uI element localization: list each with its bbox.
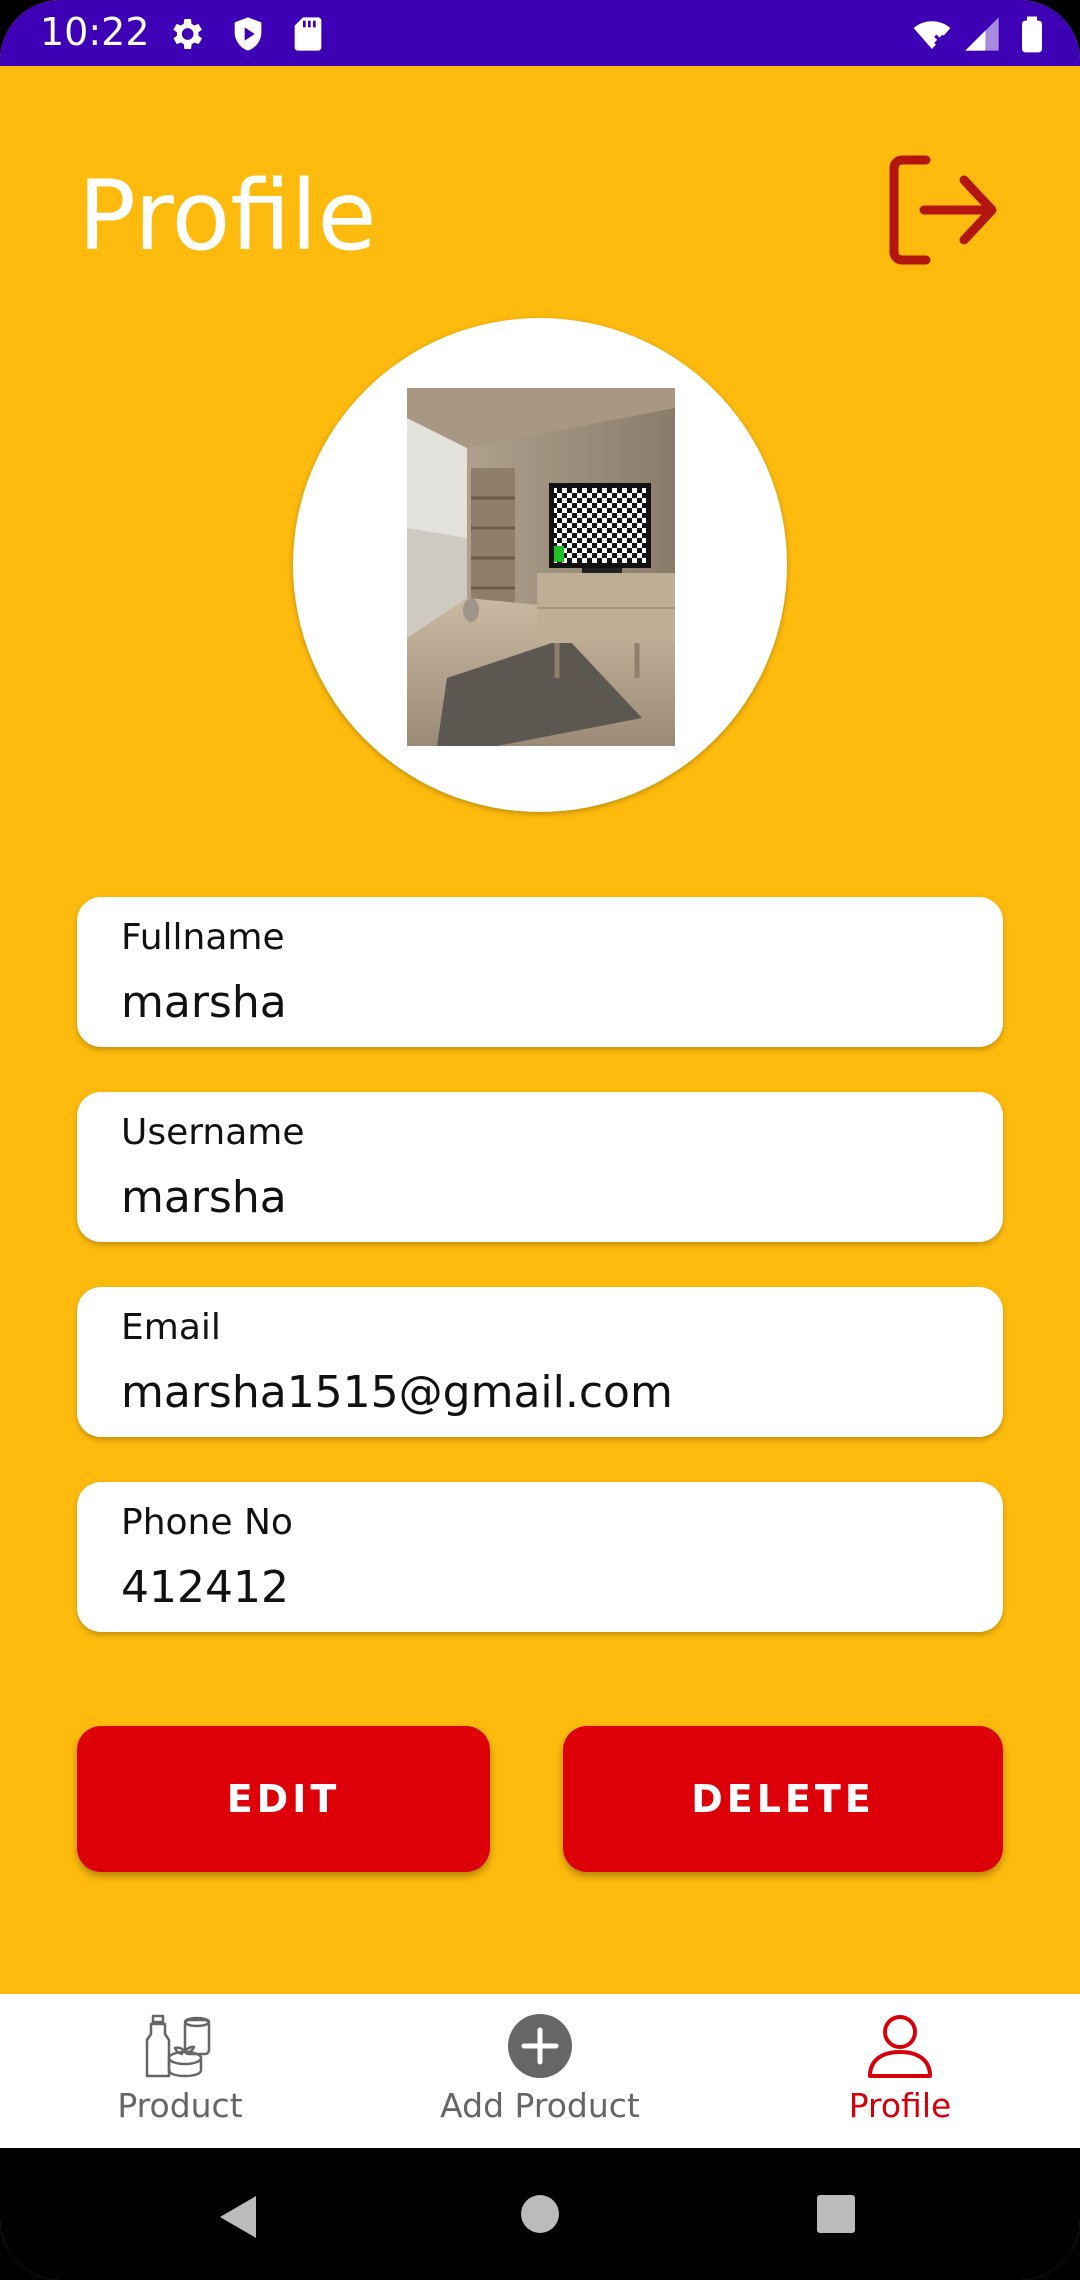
phone-value: 412412 [121, 1562, 289, 1613]
username-label: Username [121, 1112, 305, 1153]
bottom-navigation: Product Add Product Profile [0, 1994, 1080, 2148]
home-icon[interactable] [520, 2194, 560, 2234]
wifi-icon [913, 21, 951, 49]
nav-label-product: Product [117, 2086, 243, 2125]
nav-label-add-product: Add Product [440, 2086, 640, 2125]
system-nav-bar [0, 2148, 1080, 2280]
add-circle-icon [508, 2014, 572, 2078]
gear-icon [173, 19, 202, 49]
avatar[interactable] [293, 318, 787, 812]
status-time: 10:22 [40, 10, 150, 54]
nav-item-product[interactable]: Product [0, 1994, 360, 2148]
nav-item-profile[interactable]: Profile [720, 1994, 1080, 2148]
logout-icon[interactable] [880, 150, 1000, 270]
profile-photo [407, 388, 675, 746]
status-bar: 10:22 [0, 0, 1080, 66]
nav-label-profile: Profile [848, 2086, 952, 2125]
username-field[interactable]: Username marsha [77, 1092, 1003, 1242]
back-icon[interactable] [216, 2194, 260, 2240]
shield-icon [234, 17, 262, 51]
recents-icon[interactable] [816, 2194, 856, 2234]
email-field[interactable]: Email marsha1515@gmail.com [77, 1287, 1003, 1437]
email-value: marsha1515@gmail.com [121, 1367, 673, 1418]
signal-icon [965, 17, 999, 51]
username-value: marsha [121, 1172, 287, 1223]
phone-label: Phone No [121, 1502, 293, 1543]
product-icon [145, 2014, 211, 2078]
page-title: Profile [78, 160, 377, 272]
nav-item-add-product[interactable]: Add Product [360, 1994, 720, 2148]
email-label: Email [121, 1307, 221, 1348]
battery-icon [1022, 16, 1042, 53]
fullname-field[interactable]: Fullname marsha [77, 897, 1003, 1047]
fullname-label: Fullname [121, 917, 285, 958]
delete-button[interactable]: DELETE [563, 1726, 1003, 1872]
phone-field[interactable]: Phone No 412412 [77, 1482, 1003, 1632]
person-icon [868, 2015, 932, 2078]
fullname-value: marsha [121, 977, 287, 1028]
edit-button[interactable]: EDIT [77, 1726, 490, 1872]
sd-card-icon [294, 17, 322, 51]
profile-screen: 10:22 Profile Fullname marsha Username m… [0, 0, 1080, 2280]
